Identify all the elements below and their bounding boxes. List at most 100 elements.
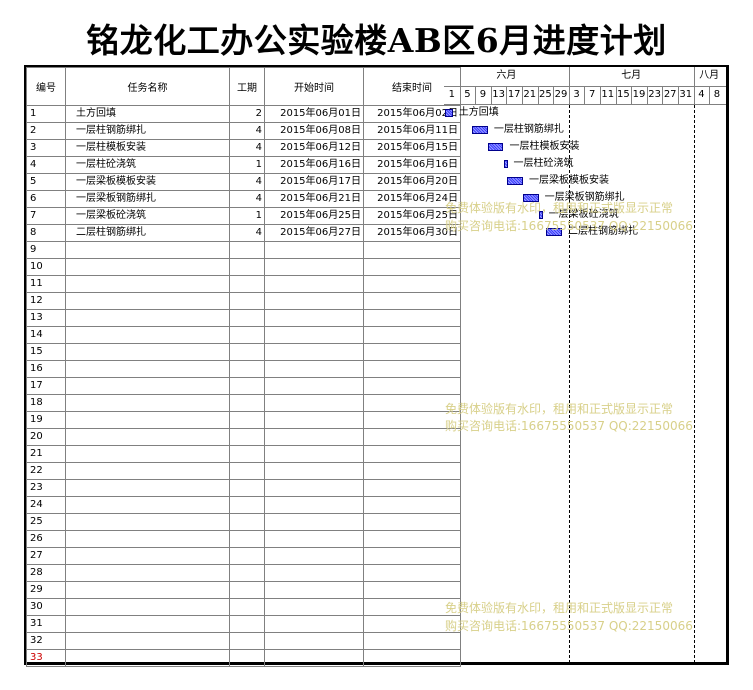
cell-start[interactable]: 2015年06月08日 xyxy=(264,122,364,140)
cell-start[interactable] xyxy=(264,462,364,480)
cell-no[interactable]: 31 xyxy=(26,615,66,633)
cell-task-name[interactable] xyxy=(65,258,230,276)
cell-no[interactable]: 3 xyxy=(26,139,66,157)
cell-duration[interactable] xyxy=(229,326,265,344)
cell-duration[interactable]: 2 xyxy=(229,105,265,123)
cell-start[interactable] xyxy=(264,292,364,310)
cell-no[interactable]: 25 xyxy=(26,513,66,531)
cell-duration[interactable] xyxy=(229,581,265,599)
cell-start[interactable] xyxy=(264,360,364,378)
cell-no[interactable]: 17 xyxy=(26,377,66,395)
cell-start[interactable] xyxy=(264,309,364,327)
cell-no[interactable]: 14 xyxy=(26,326,66,344)
cell-start[interactable] xyxy=(264,649,364,667)
cell-start[interactable]: 2015年06月12日 xyxy=(264,139,364,157)
cell-duration[interactable]: 4 xyxy=(229,139,265,157)
cell-no[interactable]: 4 xyxy=(26,156,66,174)
cell-start[interactable]: 2015年06月01日 xyxy=(264,105,364,123)
cell-no[interactable]: 7 xyxy=(26,207,66,225)
cell-start[interactable]: 2015年06月21日 xyxy=(264,190,364,208)
cell-no[interactable]: 5 xyxy=(26,173,66,191)
cell-duration[interactable] xyxy=(229,292,265,310)
cell-start[interactable] xyxy=(264,394,364,412)
cell-task-name[interactable] xyxy=(65,598,230,616)
cell-duration[interactable] xyxy=(229,377,265,395)
cell-duration[interactable] xyxy=(229,530,265,548)
cell-duration[interactable]: 4 xyxy=(229,173,265,191)
cell-no[interactable]: 29 xyxy=(26,581,66,599)
cell-no[interactable]: 28 xyxy=(26,564,66,582)
cell-no[interactable]: 32 xyxy=(26,632,66,650)
cell-start[interactable] xyxy=(264,615,364,633)
cell-duration[interactable] xyxy=(229,411,265,429)
cell-no[interactable]: 13 xyxy=(26,309,66,327)
cell-task-name[interactable] xyxy=(65,428,230,446)
cell-task-name[interactable]: 一层梁板钢筋绑扎 xyxy=(65,190,230,208)
cell-duration[interactable] xyxy=(229,241,265,259)
cell-start[interactable] xyxy=(264,241,364,259)
cell-no[interactable]: 22 xyxy=(26,462,66,480)
cell-duration[interactable] xyxy=(229,547,265,565)
cell-no[interactable]: 27 xyxy=(26,547,66,565)
cell-no[interactable]: 33 xyxy=(26,649,66,667)
cell-start[interactable] xyxy=(264,564,364,582)
cell-no[interactable]: 21 xyxy=(26,445,66,463)
cell-no[interactable]: 2 xyxy=(26,122,66,140)
cell-duration[interactable] xyxy=(229,258,265,276)
cell-start[interactable] xyxy=(264,530,364,548)
cell-no[interactable]: 11 xyxy=(26,275,66,293)
cell-duration[interactable] xyxy=(229,632,265,650)
cell-task-name[interactable] xyxy=(65,581,230,599)
cell-duration[interactable]: 4 xyxy=(229,190,265,208)
header-name[interactable]: 任务名称 xyxy=(65,67,230,106)
cell-task-name[interactable] xyxy=(65,394,230,412)
cell-no[interactable]: 16 xyxy=(26,360,66,378)
cell-task-name[interactable] xyxy=(65,530,230,548)
cell-start[interactable] xyxy=(264,275,364,293)
cell-task-name[interactable] xyxy=(65,615,230,633)
header-start[interactable]: 开始时间 xyxy=(264,67,364,106)
cell-no[interactable]: 30 xyxy=(26,598,66,616)
cell-start[interactable] xyxy=(264,581,364,599)
cell-no[interactable]: 8 xyxy=(26,224,66,242)
cell-start[interactable] xyxy=(264,632,364,650)
cell-duration[interactable] xyxy=(229,428,265,446)
cell-task-name[interactable] xyxy=(65,462,230,480)
cell-start[interactable] xyxy=(264,326,364,344)
cell-task-name[interactable]: 一层柱砼浇筑 xyxy=(65,156,230,174)
cell-task-name[interactable] xyxy=(65,275,230,293)
cell-start[interactable] xyxy=(264,428,364,446)
cell-start[interactable] xyxy=(264,445,364,463)
cell-no[interactable]: 6 xyxy=(26,190,66,208)
cell-task-name[interactable] xyxy=(65,479,230,497)
cell-task-name[interactable] xyxy=(65,326,230,344)
cell-duration[interactable] xyxy=(229,445,265,463)
cell-no[interactable]: 10 xyxy=(26,258,66,276)
cell-task-name[interactable] xyxy=(65,309,230,327)
cell-no[interactable]: 26 xyxy=(26,530,66,548)
cell-duration[interactable]: 1 xyxy=(229,156,265,174)
cell-start[interactable]: 2015年06月27日 xyxy=(264,224,364,242)
cell-duration[interactable] xyxy=(229,598,265,616)
cell-no[interactable]: 23 xyxy=(26,479,66,497)
cell-start[interactable] xyxy=(264,343,364,361)
cell-no[interactable]: 20 xyxy=(26,428,66,446)
cell-start[interactable] xyxy=(264,547,364,565)
cell-no[interactable]: 19 xyxy=(26,411,66,429)
cell-duration[interactable]: 4 xyxy=(229,122,265,140)
cell-duration[interactable] xyxy=(229,479,265,497)
cell-task-name[interactable] xyxy=(65,547,230,565)
cell-duration[interactable] xyxy=(229,564,265,582)
cell-task-name[interactable] xyxy=(65,649,230,667)
cell-start[interactable] xyxy=(264,598,364,616)
cell-task-name[interactable] xyxy=(65,496,230,514)
cell-task-name[interactable] xyxy=(65,513,230,531)
cell-duration[interactable] xyxy=(229,309,265,327)
cell-duration[interactable] xyxy=(229,496,265,514)
cell-duration[interactable]: 1 xyxy=(229,207,265,225)
cell-duration[interactable] xyxy=(229,615,265,633)
cell-duration[interactable] xyxy=(229,394,265,412)
header-duration[interactable]: 工期 xyxy=(229,67,265,106)
cell-task-name[interactable]: 一层柱模板安装 xyxy=(65,139,230,157)
cell-start[interactable] xyxy=(264,258,364,276)
